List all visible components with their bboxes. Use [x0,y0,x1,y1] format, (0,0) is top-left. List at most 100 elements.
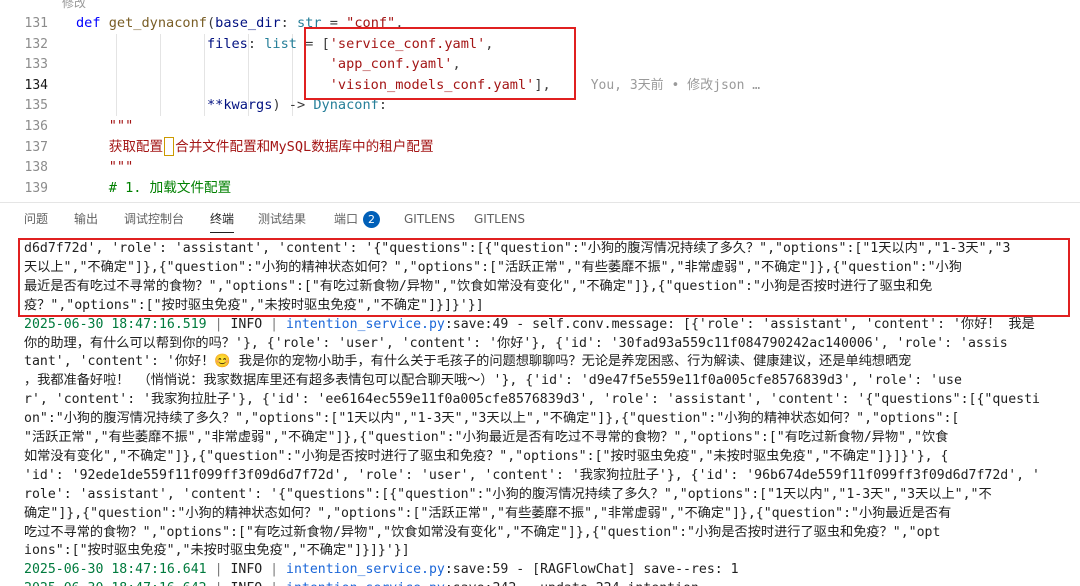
terminal-text: 2025-06-30 18:47:16.519 [24,316,207,332]
code-token: files [76,35,248,52]
terminal-line: role': 'assistant', 'content': '{"questi… [24,485,1064,504]
terminal-line: 2025-06-30 18:47:16.642 | INFO | intenti… [24,579,1064,586]
terminal-text: 2025-06-30 18:47:16.641 [24,562,207,578]
panel-tab[interactable]: 端口 2 [334,203,381,235]
terminal-text: ions":["按时驱虫免疫","未按时驱虫免疫","不确定"]}]}'}] [24,543,410,559]
terminal-line: 确定"]},{"question":"小狗的精神状态如何？","options"… [24,504,1064,523]
terminal-text: 吃过不寻常的食物？","options":["有吃过新食物/异物","饮食如常没… [24,524,941,540]
git-blame-annotation[interactable]: You, 3天前 • 修改json … [591,78,760,93]
scrolled-fragment: 修改 [62,0,87,10]
terminal-line: ，我都准备好啦！ （悄悄说：我家数据库里还有超多表情包可以配合聊天哦～）'}, … [24,371,1064,390]
code-token: 合并文件配置和MySQL数据库中的租户配置 [175,138,434,155]
terminal-text: tant', 'content': '你好！😊 我是你的宠物小助手，有什么关于毛… [24,354,912,370]
terminal-text: :save:49 - self.conv.message: [{'role': … [444,316,1035,332]
panel-tab-label: 终端 [210,212,235,226]
panel-tab-label: 问题 [24,212,49,226]
panel-tab[interactable]: 调试控制台 [124,203,184,235]
panel-tab-bar: 问题 输出 调试控制台 终端 测试结果 端口 2 GITLENS GITLENS [0,202,1080,235]
terminal-text: :save:242 - update 224 intention [445,581,699,586]
code-token: : [280,15,298,31]
terminal-line: 你的助理，有什么可以帮到你的吗？'}, {'role': 'user', 'co… [24,334,1064,353]
terminal-line: ions":["按时驱虫免疫","未按时驱虫免疫","不确定"]}]}'}] [24,541,1064,560]
panel-tab[interactable]: 终端 [210,203,235,235]
code-text: 获取配置 合并文件配置和MySQL数据库中的租户配置 [76,137,434,158]
terminal-text: intention_service.py [286,581,445,586]
panel-tab-label: GITLENS [474,212,526,226]
terminal-text: | [206,562,231,578]
code-token: """ [76,159,134,176]
code-editor[interactable]: 修改 131 def get_dynaconf(base_dir: str = "… [0,0,1080,202]
code-line[interactable]: 137 获取配置 合并文件配置和MySQL数据库中的租户配置 [0,137,1080,158]
highlight-box-response [18,238,1070,317]
line-number: 133 [24,57,48,73]
terminal-line: 2025-06-30 18:47:16.641 | INFO | intenti… [24,560,1064,579]
panel-tab-label: 调试控制台 [124,212,185,226]
panel-tab[interactable]: 输出 [74,203,98,235]
highlight-box-files [304,27,576,100]
line-number: 138 [24,160,48,176]
terminal-line: on":"小狗的腹泻情况持续了多久？","options":["1天以内","1… [24,409,1064,428]
terminal-line: 'id': '92ede1de559f11f099ff3f09d6d7f72d'… [24,466,1064,485]
code-token: list [264,35,297,52]
code-token: : [247,35,265,52]
code-token: # 1. 加载文件配置 [76,179,232,196]
terminal-line: "活跃正常","有些萎靡不振","非常虚弱","不确定"]},{"questio… [24,428,1064,447]
text-cursor-highlight [164,137,175,157]
code-token: """ [76,118,134,134]
panel-tab[interactable]: GITLENS [474,203,525,235]
code-text: """ [76,157,134,178]
terminal-text: 2025-06-30 18:47:16.642 [24,581,207,586]
terminal-text: 你的助理，有什么可以帮到你的吗？'}, {'role': 'user', 'co… [24,335,1008,351]
panel-tab-label: 输出 [74,212,99,226]
terminal-line: tant', 'content': '你好！😊 我是你的宠物小助手，有什么关于毛… [24,352,1064,371]
line-number: 134 [24,77,48,93]
code-token: 获取配置 [76,138,164,155]
code-line[interactable]: 139 # 1. 加载文件配置 [0,178,1080,199]
terminal-line: 吃过不寻常的食物？","options":["有吃过新食物/异物","饮食如常没… [24,523,1064,542]
terminal-text: | [207,581,231,586]
panel-tab[interactable]: GITLENS [404,203,455,235]
terminal-text: INFO [230,562,263,578]
terminal-text: intention_service.py [286,562,445,578]
terminal-text: on":"小狗的腹泻情况持续了多久？","options":["1天以内","1… [24,411,960,427]
terminal-output[interactable]: d6d7f72d', 'role': 'assistant', 'content… [0,234,1080,586]
code-token: base_dir [215,15,281,31]
count-badge: 2 [363,211,381,228]
code-token: ( [206,15,216,31]
line-number: 136 [24,119,48,134]
code-text: # 1. 加载文件配置 [76,178,232,199]
terminal-text: 确定"]},{"question":"小狗的精神状态如何？","options"… [24,505,952,521]
line-number: 139 [24,180,48,196]
code-token: get_dynaconf [108,15,207,31]
terminal-text: role': 'assistant', 'content': '{"questi… [24,486,992,502]
panel-tab[interactable]: 测试结果 [258,203,306,235]
terminal-text: intention_service.py [286,316,445,332]
line-number: 132 [24,36,48,52]
terminal-text: ，我都准备好啦！ （悄悄说：我家数据库里还有超多表情包可以配合聊天哦～）'}, … [24,373,962,389]
terminal-text: | [262,562,287,578]
code-token: def [76,15,109,31]
terminal-text: :save:59 - [RAGFlowChat] save--res: 1 [444,562,739,578]
panel-tab-label: GITLENS [404,212,456,226]
code-line[interactable]: 136 """ [0,116,1080,137]
terminal-text: INFO [230,581,262,586]
code-token: **kwargs [206,97,273,114]
code-line[interactable]: 138 """ [0,157,1080,178]
line-number: 137 [24,139,48,155]
terminal-text: 'id': '92ede1de559f11f099ff3f09d6d7f72d'… [24,467,1040,483]
code-text: """ [76,116,134,137]
terminal-text: | [262,581,286,586]
panel-tab[interactable]: 问题 [24,203,48,235]
terminal-text: INFO [230,316,263,332]
terminal-text: 如常没有变化","不确定"]},{"question":"小狗是否按时进行了驱虫… [24,448,949,464]
panel-tab-label: 端口 [334,212,359,226]
terminal-line: r', 'content': '我家狗拉肚子'}, {'id': 'ee6164… [24,390,1064,409]
terminal-text: r', 'content': '我家狗拉肚子'}, {'id': 'ee6164… [24,392,1040,408]
line-number: 135 [24,98,48,114]
panel-tab-label: 测试结果 [258,212,307,226]
line-number: 131 [24,16,48,31]
terminal-line: 如常没有变化","不确定"]},{"question":"小狗是否按时进行了驱虫… [24,447,1064,466]
